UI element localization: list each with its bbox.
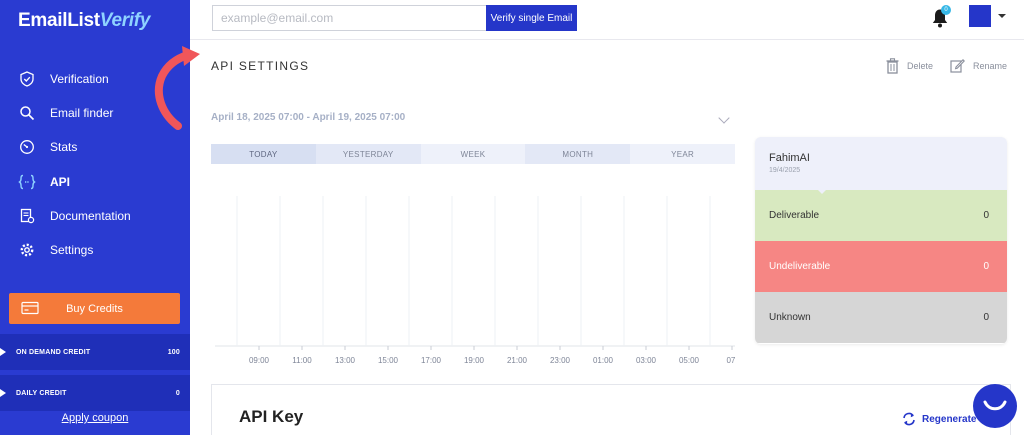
x-tick-label: 21:00 [507, 356, 528, 365]
sidebar-item-label: Verification [50, 72, 109, 86]
pointer-arrow-icon [154, 46, 200, 130]
chat-widget-button[interactable] [973, 384, 1017, 428]
card-notch [816, 188, 828, 194]
tab-today[interactable]: TODAY [211, 144, 316, 164]
x-tick-label: 09:00 [249, 356, 270, 365]
card-api-name: FahimAI [769, 152, 810, 164]
page-title: API SETTINGS [211, 59, 310, 73]
x-tick-label: 17:00 [421, 356, 442, 365]
credit-value: 100 [167, 348, 180, 356]
avatar[interactable] [969, 5, 991, 27]
stat-value: 0 [983, 261, 989, 272]
buy-credits-button[interactable]: Buy Credits [9, 293, 180, 324]
tab-month[interactable]: MONTH [525, 144, 631, 164]
gauge-icon [18, 138, 36, 156]
rename-button[interactable]: Rename [950, 58, 1007, 73]
rename-label: Rename [973, 60, 1008, 71]
sidebar-item-label: Documentation [50, 209, 131, 223]
search-icon [18, 104, 36, 122]
logo[interactable]: EmailListVerify [18, 10, 150, 32]
x-tick-label: 05:00 [679, 356, 700, 365]
sidebar-item-label: Stats [50, 140, 78, 154]
tab-week[interactable]: WEEK [420, 144, 526, 164]
stat-label: Deliverable [769, 210, 820, 221]
regenerate-button[interactable]: Regenerate [902, 412, 976, 426]
x-tick-label: 23:00 [550, 356, 571, 365]
stat-label: Unknown [769, 312, 811, 323]
card-header: FahimAI 19/4/2025 [755, 137, 1007, 190]
shield-check-icon [18, 70, 36, 88]
chevron-down-icon[interactable] [718, 112, 730, 124]
email-input[interactable] [212, 5, 487, 31]
tab-year[interactable]: YEAR [630, 144, 735, 164]
regenerate-label: Regenerate [922, 413, 977, 425]
credit-value: 0 [175, 389, 180, 397]
sidebar-item-label: Settings [50, 243, 94, 257]
chevron-down-icon[interactable] [998, 14, 1006, 18]
credit-label: DAILY CREDIT [16, 389, 67, 397]
buy-credits-label: Buy Credits [66, 302, 123, 315]
sidebar-item-documentation[interactable]: Documentation [0, 199, 190, 233]
sidebar-item-label: Email finder [50, 106, 114, 120]
delete-button[interactable]: Delete [886, 58, 933, 74]
x-tick-label: 15:00 [378, 356, 399, 365]
summary-card: FahimAI 19/4/2025 Deliverable 0 Undelive… [755, 137, 1007, 344]
sidebar-item-label: API [50, 175, 71, 189]
undeliverable-row: Undeliverable 0 [755, 241, 1007, 292]
date-range[interactable]: April 18, 2025 07:00 - April 19, 2025 07… [211, 112, 405, 123]
verify-single-email-button[interactable]: Verify single Email [486, 5, 577, 31]
tab-yesterday[interactable]: YESTERDAY [315, 144, 421, 164]
deliverable-row: Deliverable 0 [755, 190, 1007, 241]
x-tick-label: 11:00 [292, 356, 312, 365]
logo-main: EmailList [18, 10, 100, 31]
sidebar-item-stats[interactable]: Stats [0, 130, 190, 164]
refresh-icon [903, 412, 915, 426]
usage-chart: 09:00 11:00 13:00 15:00 17:00 19:00 21:00 23:00… [215, 196, 735, 365]
top-bar: Verify single Email 0 [190, 0, 1024, 40]
edit-icon [950, 59, 965, 73]
delete-label: Delete [907, 61, 934, 71]
x-tick-label: 03:00 [636, 356, 657, 365]
x-tick-label: 19:00 [464, 356, 485, 365]
app-root: EmailListVerify Verification Email finde… [0, 0, 1024, 435]
x-tick-label: 07: [726, 356, 735, 365]
period-tabs: TODAY YESTERDAY WEEK MONTH YEAR [211, 144, 735, 164]
stat-label: Undeliverable [769, 261, 831, 272]
card-date: 19/4/2025 [769, 167, 801, 174]
unknown-row: Unknown 0 [755, 292, 1007, 343]
notification-badge: 0 [941, 5, 951, 15]
on-demand-credit-row[interactable]: ON DEMAND CREDIT 100 [0, 334, 190, 370]
document-icon [18, 207, 36, 225]
credit-label: ON DEMAND CREDIT [16, 348, 91, 356]
daily-credit-row[interactable]: DAILY CREDIT 0 [0, 375, 190, 411]
gear-icon [18, 241, 36, 259]
braces-icon [18, 173, 36, 191]
sidebar-item-settings[interactable]: Settings [0, 233, 190, 267]
smile-icon [983, 400, 1007, 411]
api-key-title: API Key [239, 407, 304, 426]
stat-value: 0 [983, 312, 989, 323]
x-tick-label: 01:00 [593, 356, 614, 365]
logo-accent: Verify [99, 10, 151, 31]
credit-card-icon [21, 301, 39, 318]
api-key-section: API Key Regenerate [211, 384, 1011, 435]
x-tick-label: 13:00 [335, 356, 356, 365]
stat-value: 0 [983, 210, 989, 221]
sidebar-item-api[interactable]: API [0, 165, 190, 199]
apply-coupon-link[interactable]: Apply coupon [0, 412, 190, 424]
trash-icon [886, 58, 899, 74]
